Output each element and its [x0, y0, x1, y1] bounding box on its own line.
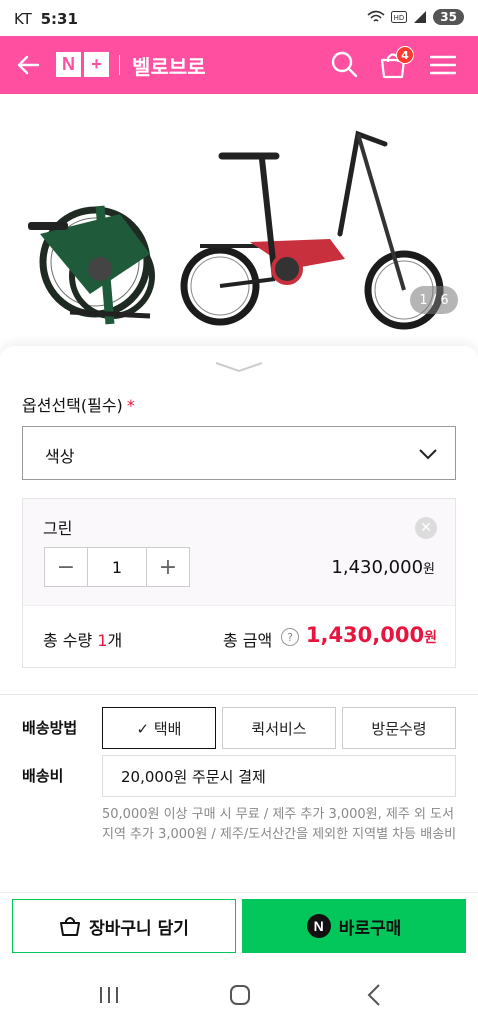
shipping-section: 배송방법 ✓ 택배 퀵서비스 방문수령 배송비 20,000원 주문시 결제 5…: [0, 695, 478, 885]
divider: [23, 605, 455, 606]
cart-count-badge: 4: [396, 46, 414, 64]
battery-indicator: 35: [433, 9, 464, 25]
naver-plus-logo[interactable]: N +: [56, 52, 109, 77]
decrease-button[interactable]: −: [45, 548, 87, 586]
carrier: KT: [14, 10, 32, 28]
hamburger-menu-icon[interactable]: [430, 54, 456, 76]
option-sheet: 옵션선택(필수) * 색상 그린 ✕ − 1 + 1,430,000원 총 수량 …: [0, 346, 478, 892]
home-icon[interactable]: [227, 982, 253, 1008]
shipping-method-label: 배송방법: [22, 719, 78, 737]
shipping-option-parcel[interactable]: ✓ 택배: [102, 707, 216, 749]
app-header: N + 벨로브로 4: [0, 36, 478, 94]
buy-now-button[interactable]: N 바로구매: [242, 899, 466, 953]
store-name[interactable]: 벨로브로: [132, 51, 206, 80]
naver-pay-icon: N: [306, 914, 331, 938]
image-counter: 1 / 6: [410, 286, 458, 314]
help-icon[interactable]: ?: [281, 628, 299, 646]
shipping-fee-value: 20,000원 주문시 결제: [102, 755, 456, 797]
shipping-fee-label: 배송비: [22, 767, 64, 785]
wifi-icon: [367, 10, 385, 22]
quantity-stepper: − 1 +: [44, 547, 190, 587]
add-to-cart-button[interactable]: 장바구니 담기: [12, 899, 236, 953]
header-divider: [119, 55, 120, 75]
select-value: 색상: [45, 447, 75, 466]
chevron-down-icon: [419, 449, 437, 460]
folded-bike-illustration: [28, 205, 155, 325]
hd-icon: HD: [391, 11, 408, 23]
search-icon[interactable]: [330, 50, 358, 78]
product-image: [28, 130, 444, 330]
recent-apps-icon[interactable]: [96, 982, 122, 1008]
color-select[interactable]: 색상: [22, 426, 456, 480]
option-price: 1,430,000원: [331, 557, 435, 578]
shipping-option-quick[interactable]: 퀵서비스: [222, 707, 336, 749]
clock: 5:31: [40, 10, 78, 28]
system-navigation-bar: [0, 964, 478, 1024]
increase-button[interactable]: +: [147, 548, 189, 586]
total-amount: 1,430,000원: [305, 623, 437, 647]
back-arrow-icon[interactable]: [16, 52, 42, 78]
buy-now-label: 바로구매: [338, 918, 402, 939]
shopping-bag-icon: [60, 917, 81, 936]
option-name: 그린: [43, 519, 73, 538]
shipping-fee-note: 50,000원 이상 구매 시 무료 / 제주 추가 3,000원, 제주 외 …: [102, 807, 457, 842]
total-amount-label: 총 금액: [223, 631, 273, 650]
total-quantity: 총 수량 1개: [43, 631, 123, 650]
shipping-option-pickup[interactable]: 방문수령: [342, 707, 456, 749]
option-title: 옵션선택(필수) *: [22, 396, 135, 415]
signal-icon: [414, 11, 427, 23]
quantity-value[interactable]: 1: [87, 548, 147, 586]
selected-option-item: 그린 ✕ − 1 + 1,430,000원 총 수량 1개 총 금액 ? 1,4…: [22, 498, 456, 668]
product-image-carousel[interactable]: 1 / 6: [0, 94, 478, 356]
chevron-down-icon[interactable]: [214, 360, 264, 374]
back-icon[interactable]: [362, 982, 388, 1008]
add-to-cart-label: 장바구니 담기: [89, 918, 189, 939]
required-mark: *: [126, 396, 135, 415]
close-icon[interactable]: ✕: [415, 517, 437, 539]
purchase-action-bar: 장바구니 담기 N 바로구매: [0, 892, 478, 964]
status-bar: KT 5:31 HD 35: [0, 0, 478, 36]
unfolded-bike-illustration: [180, 130, 444, 330]
svg-text:HD: HD: [394, 14, 405, 22]
